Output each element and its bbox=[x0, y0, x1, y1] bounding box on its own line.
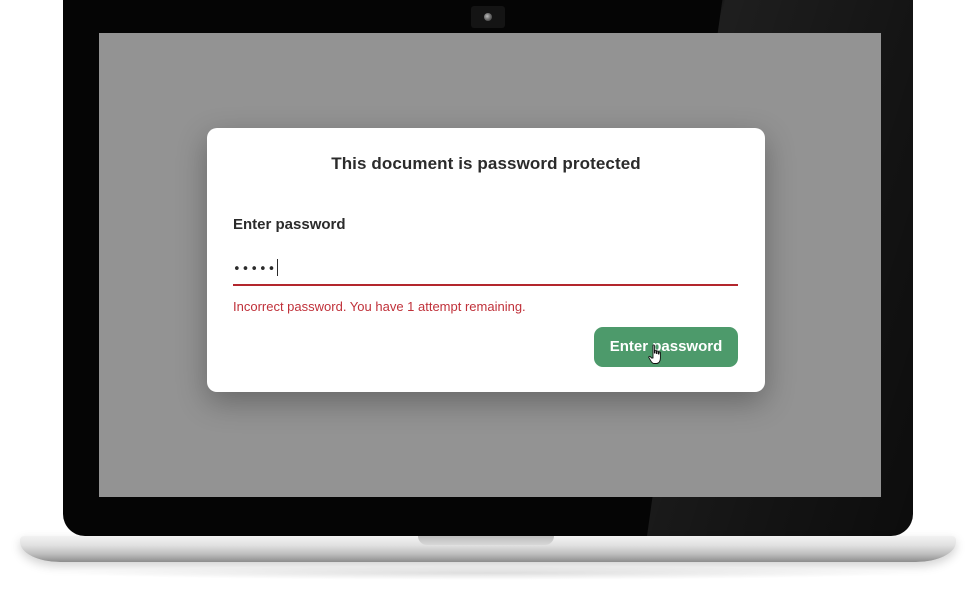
laptop-lid: This document is password protected Ente… bbox=[63, 0, 913, 536]
password-label: Enter password bbox=[233, 216, 346, 233]
webcam-housing bbox=[471, 6, 505, 28]
dialog-title: This document is password protected bbox=[331, 154, 641, 173]
laptop-screen: This document is password protected Ente… bbox=[99, 33, 881, 497]
hand-pointer-cursor-icon bbox=[648, 344, 661, 364]
laptop-shadow bbox=[60, 566, 916, 580]
password-dialog: This document is password protected Ente… bbox=[207, 128, 765, 392]
password-input-value: ••••• bbox=[233, 259, 279, 277]
password-error-message: Incorrect password. You have 1 attempt r… bbox=[233, 299, 526, 314]
laptop-base bbox=[20, 536, 956, 562]
laptop-base-notch bbox=[418, 536, 554, 545]
password-input[interactable]: ••••• bbox=[233, 256, 738, 286]
laptop-mockup: This document is password protected Ente… bbox=[0, 0, 976, 599]
text-caret bbox=[277, 259, 279, 276]
webcam-icon bbox=[484, 13, 492, 21]
enter-password-button[interactable]: Enter password bbox=[594, 327, 738, 367]
